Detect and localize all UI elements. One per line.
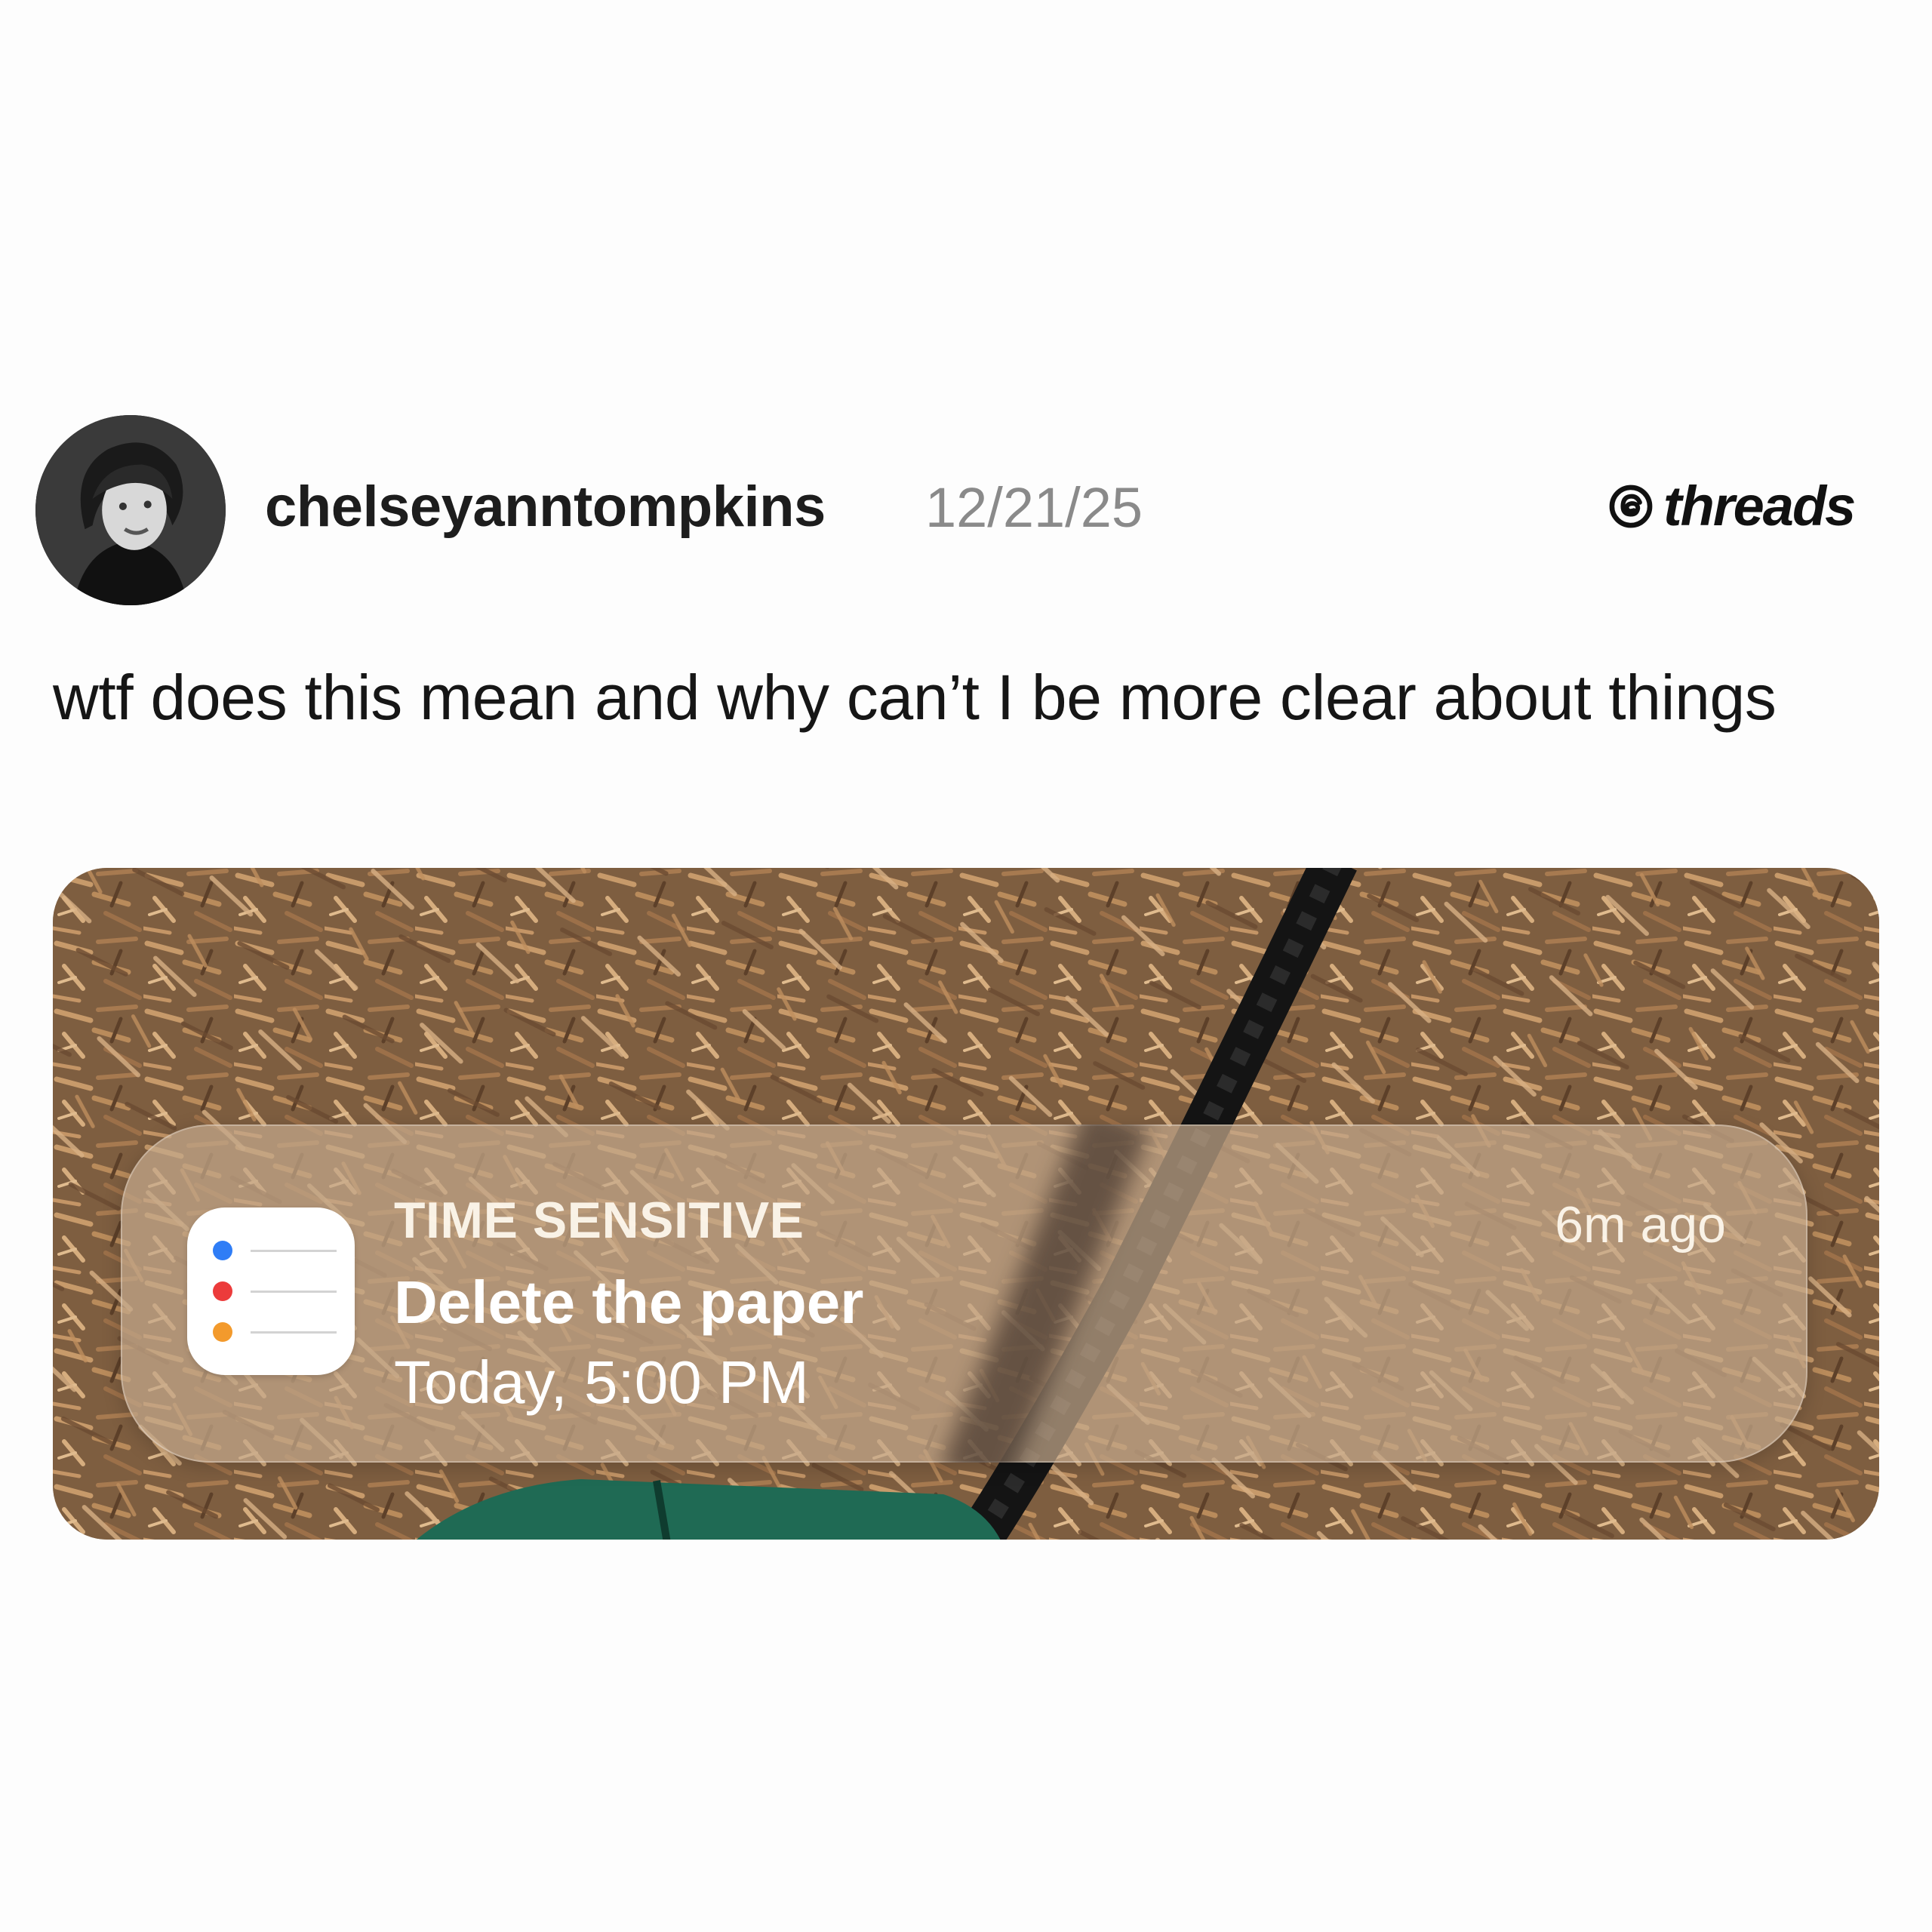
threads-logo-icon (1609, 485, 1653, 528)
notification-time: 6m ago (1555, 1196, 1726, 1254)
list-line (251, 1331, 337, 1334)
notification-subtitle: Today, 5:00 PM (394, 1349, 809, 1416)
notification-title: Delete the paper (394, 1269, 864, 1336)
post-caption: wtf does this mean and why can’t I be mo… (53, 662, 1777, 733)
post-date: 12/21/25 (925, 476, 1143, 539)
profile-photo (35, 415, 226, 605)
threads-wordmark: threads (1663, 475, 1856, 537)
threads-brand: threads (1606, 474, 1856, 538)
orange-dot (213, 1322, 232, 1342)
red-dot (213, 1281, 232, 1301)
blurred-rope (940, 1124, 1151, 1463)
threads-post-screenshot: chelseyanntompkins 12/21/25 threads wtf … (0, 0, 1932, 1932)
list-line (251, 1250, 337, 1252)
notification-kicker: TIME SENSITIVE (394, 1192, 804, 1249)
notification-banner[interactable]: TIME SENSITIVE Delete the paper Today, 5… (121, 1124, 1807, 1463)
reminders-app-icon (187, 1208, 355, 1375)
list-line (251, 1291, 337, 1293)
avatar[interactable] (35, 415, 226, 605)
post-image[interactable]: TIME SENSITIVE Delete the paper Today, 5… (53, 868, 1879, 1540)
blue-dot (213, 1241, 232, 1260)
username[interactable]: chelseyanntompkins (265, 474, 826, 540)
